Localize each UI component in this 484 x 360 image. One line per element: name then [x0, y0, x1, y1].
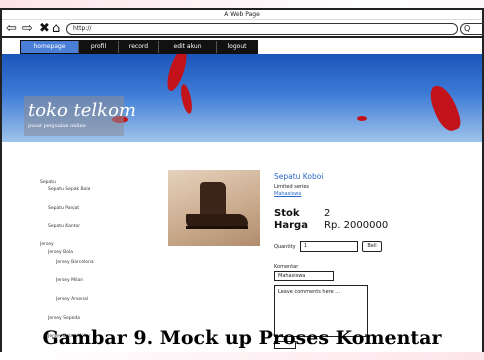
harga-value: Rp. 2000000	[324, 220, 389, 231]
search-input[interactable]: Q	[460, 23, 484, 35]
comment-label: Komentar	[274, 264, 299, 270]
buy-button[interactable]: Beli	[362, 241, 382, 252]
stok-label: Stok	[274, 208, 300, 219]
figure-caption: Gambar 9. Mock up Proses Komentar	[42, 327, 442, 349]
product-image	[168, 170, 260, 246]
main-content: Sepatu Sepatu Sepak Bola Sepatu Panjat S…	[2, 142, 482, 352]
seller-link[interactable]: Mahasiswa	[274, 191, 301, 197]
close-icon[interactable]: ✖	[39, 22, 50, 35]
back-arrow-icon[interactable]: ⇦	[6, 22, 17, 35]
browser-toolbar: ⇦ ⇨ ✖ ⌂ http:// Q	[2, 20, 484, 38]
boot-shape	[186, 226, 248, 229]
product-title[interactable]: Sepatu Koboi	[274, 172, 323, 181]
window-title: A Web Page	[2, 10, 482, 20]
main-menu: homepage profil record edit akun logout	[20, 40, 258, 54]
paint-splash	[426, 81, 464, 135]
harga-label: Harga	[274, 220, 308, 231]
quantity-label: Quantity	[274, 244, 296, 250]
address-bar[interactable]: http://	[66, 23, 458, 35]
sidebar-item-jersey-arsenal[interactable]: Jersey Arsenal	[56, 297, 88, 302]
boot-shape	[200, 182, 226, 218]
brand-logo: toko telkom pusat penjualan online	[24, 96, 136, 136]
sidebar-item-jersey-barcelona[interactable]: Jersey Barcelona	[56, 260, 94, 265]
sidebar-item-sepatu[interactable]: Sepatu	[40, 180, 56, 185]
comment-name-field[interactable]: Mahasiswa	[274, 271, 334, 281]
sidebar-item-sepatu-sepak-bola[interactable]: Sepatu Sepak Bola	[48, 187, 90, 192]
header-banner: toko telkom pusat penjualan online	[2, 54, 482, 142]
sidebar-item-jersey-bola[interactable]: Jersey Bola	[48, 250, 73, 255]
sidebar-item-sepatu-kantor[interactable]: Sepatu Kantor	[48, 224, 80, 229]
home-icon[interactable]: ⌂	[52, 22, 60, 35]
sidebar-item-jersey-milan[interactable]: Jersey Milan	[56, 278, 83, 283]
menu-item-record[interactable]: record	[119, 41, 159, 53]
menu-item-homepage[interactable]: homepage	[21, 41, 79, 53]
sidebar-item-jersey-sepeda[interactable]: Jersey Sepeda	[48, 316, 80, 321]
product-series: Limited series	[274, 184, 310, 190]
brand-title: toko telkom	[28, 100, 136, 121]
paint-splash	[178, 83, 195, 115]
sidebar-item-jersey[interactable]: Jersey	[40, 242, 54, 247]
menu-item-profil[interactable]: profil	[79, 41, 119, 53]
stok-value: 2	[324, 208, 331, 219]
paint-splash	[357, 116, 367, 121]
forward-arrow-icon[interactable]: ⇨	[22, 22, 33, 35]
menu-item-logout[interactable]: logout	[217, 41, 257, 53]
menu-item-edit-akun[interactable]: edit akun	[159, 41, 217, 53]
quantity-input[interactable]: 1	[300, 241, 358, 252]
brand-subtitle: pusat penjualan online	[28, 123, 86, 129]
sidebar-item-sepatu-panjat[interactable]: Sepatu Panjat	[48, 206, 79, 211]
browser-window: A Web Page ⇦ ⇨ ✖ ⌂ http:// Q homepage pr…	[0, 8, 484, 352]
